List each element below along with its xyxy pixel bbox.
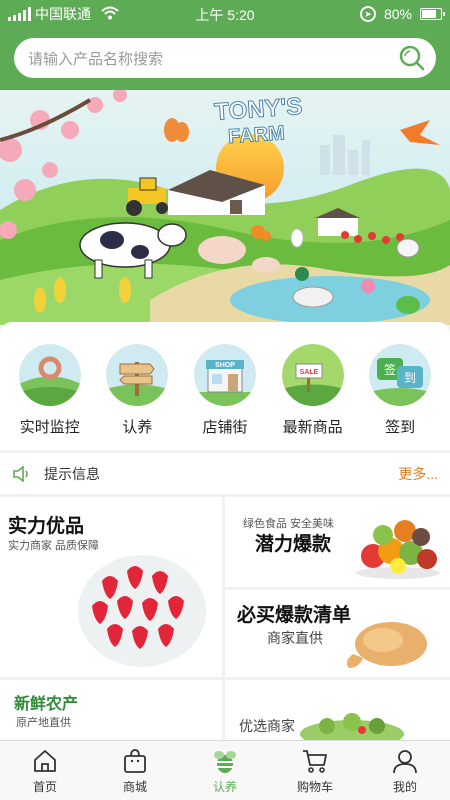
promo-strength-card[interactable]: 实力优品 实力商家 品质保障 bbox=[0, 497, 222, 677]
shop-sign: SHOP bbox=[215, 362, 235, 369]
tab-label: 认养 bbox=[212, 780, 237, 794]
clock: 上午 5:20 bbox=[195, 7, 255, 23]
tab-cart[interactable]: 购物车 bbox=[270, 741, 360, 800]
tab-label: 购物车 bbox=[296, 780, 333, 794]
bottom-tab-bar: 首页 商城 认养 购物车 我的 bbox=[0, 740, 450, 800]
tab-label: 首页 bbox=[32, 780, 57, 794]
farm-banner[interactable]: TONY'S FARM bbox=[0, 90, 450, 325]
promo-potential-card[interactable]: 绿色食品 安全美味 潜力爆款 bbox=[225, 497, 450, 587]
category-nav: 实时监控 认养 SHOP 店铺街 SALE 最新商品 签 到 签到 bbox=[0, 322, 450, 450]
more-link[interactable]: 更多... bbox=[398, 464, 438, 484]
checkin-icon: 签 到 bbox=[369, 344, 432, 406]
card-title: 必买爆款清单 bbox=[237, 605, 352, 626]
card-subtitle: 原产地直供 bbox=[16, 717, 71, 729]
banner-logo-line2: FARM bbox=[227, 122, 285, 148]
tab-home[interactable]: 首页 bbox=[0, 741, 90, 800]
category-checkin[interactable]: 签 到 签到 bbox=[361, 344, 439, 450]
tab-mall[interactable]: 商城 bbox=[90, 741, 180, 800]
category-shop-street[interactable]: SHOP 店铺街 bbox=[186, 344, 264, 450]
category-monitoring[interactable]: 实时监控 bbox=[11, 344, 89, 450]
user-icon bbox=[393, 750, 417, 774]
card-title: 实力优品 bbox=[8, 516, 85, 537]
category-new-products[interactable]: SALE 最新商品 bbox=[274, 344, 352, 450]
category-label: 店铺街 bbox=[202, 419, 248, 436]
notice-text: 提示信息 bbox=[44, 465, 100, 482]
shop-icon: SHOP bbox=[193, 344, 256, 406]
status-bar: 中国联通 上午 5:20 ➤ 80% bbox=[0, 0, 450, 28]
category-label: 实时监控 bbox=[19, 419, 80, 436]
sale-sign: SALE bbox=[299, 369, 318, 376]
promo-must-buy-card[interactable]: 必买爆款清单 商家直供 bbox=[225, 590, 450, 677]
promo-grid: 实力优品 实力商家 品质保障 绿色食品 安全美味 潜力爆款 必买爆款清单 商家直… bbox=[0, 497, 450, 740]
sale-sign-icon: SALE bbox=[281, 344, 344, 406]
roast-chicken-image bbox=[346, 622, 427, 668]
category-label: 签到 bbox=[385, 419, 416, 436]
shopping-bag-icon bbox=[124, 749, 146, 773]
category-adopt[interactable]: 认养 bbox=[98, 344, 176, 450]
card-title: 潜力爆款 bbox=[255, 534, 332, 555]
tab-adopt[interactable]: 认养 bbox=[180, 741, 270, 800]
donut-hill-icon bbox=[18, 344, 81, 406]
strawberry-image bbox=[78, 555, 206, 667]
search-input[interactable]: 请输入产品名称搜索 bbox=[28, 48, 398, 69]
signpost-icon bbox=[106, 344, 169, 406]
category-label: 认养 bbox=[122, 419, 153, 436]
tab-profile[interactable]: 我的 bbox=[360, 741, 450, 800]
bee-icon bbox=[214, 751, 236, 773]
category-label: 最新商品 bbox=[282, 419, 343, 436]
search-bar[interactable]: 请输入产品名称搜索 bbox=[14, 38, 436, 78]
battery-icon bbox=[420, 8, 445, 20]
promo-selected-card[interactable]: 优选商家 bbox=[225, 680, 450, 740]
card-subtitle: 优选商家 bbox=[239, 718, 295, 734]
home-icon bbox=[34, 750, 56, 772]
cart-icon bbox=[303, 750, 327, 773]
checkin-badge-1: 签 bbox=[384, 362, 396, 377]
card-subtitle: 商家直供 bbox=[267, 630, 323, 646]
produce-image bbox=[356, 520, 440, 579]
app-header: 中国联通 上午 5:20 ➤ 80% 请输入产品名称搜索 bbox=[0, 0, 450, 100]
search-icon[interactable] bbox=[398, 44, 426, 72]
tab-label: 商城 bbox=[122, 780, 147, 794]
checkin-badge-2: 到 bbox=[404, 371, 416, 385]
salad-image bbox=[300, 713, 404, 740]
promo-fresh-card[interactable]: 新鲜农产 原产地直供 bbox=[0, 680, 222, 740]
notice-bar[interactable]: 提示信息 更多... bbox=[0, 452, 450, 494]
tab-label: 我的 bbox=[392, 780, 417, 794]
speaker-icon bbox=[13, 465, 28, 482]
card-title: 新鲜农产 bbox=[14, 696, 79, 713]
